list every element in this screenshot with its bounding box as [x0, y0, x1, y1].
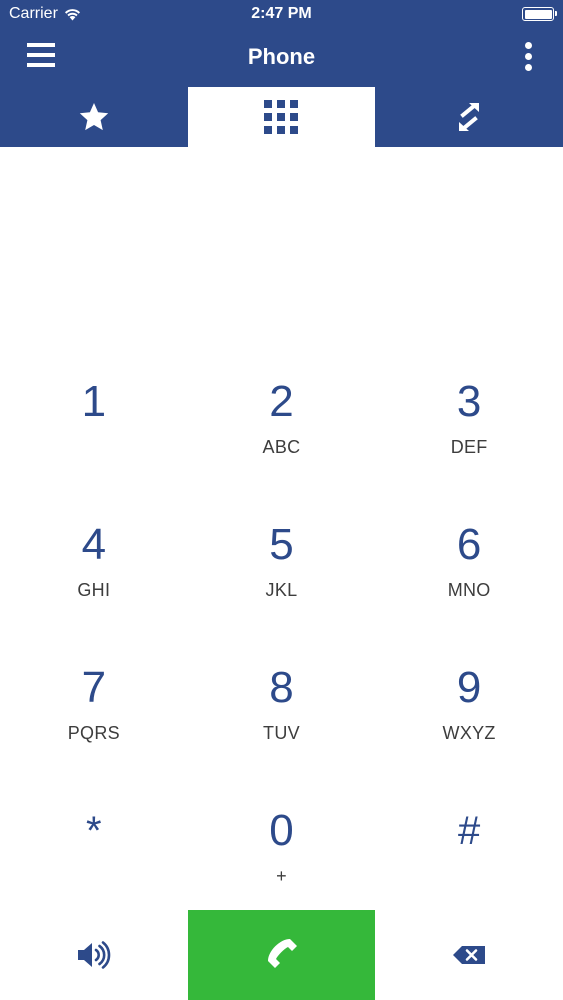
call-history-arrows-icon: [459, 103, 480, 131]
key-digit: 6: [456, 520, 482, 569]
key-digit: 0: [269, 806, 294, 855]
key-digit: 8: [269, 663, 294, 712]
key-4[interactable]: 4 GHI: [0, 509, 188, 652]
backspace-button[interactable]: [375, 910, 563, 1000]
dialpad-grid-icon: [264, 100, 299, 134]
key-letters: DEF: [450, 437, 488, 457]
key-digit: 7: [81, 663, 107, 712]
tab-call-history[interactable]: [375, 87, 563, 147]
key-6[interactable]: 6 MNO: [375, 509, 563, 652]
key-8[interactable]: 8 TUV: [188, 652, 376, 795]
more-vertical-icon[interactable]: [523, 42, 533, 72]
keypad-row: 4 GHI 5 JKL 6 MNO: [0, 509, 563, 652]
key-digit: 2: [269, 377, 294, 426]
phone-call-icon: [268, 939, 298, 968]
key-digit: 5: [269, 520, 294, 569]
key-letters: TUV: [263, 723, 300, 743]
tab-bar: [0, 87, 563, 147]
page-title: Phone: [247, 44, 316, 69]
speaker-button[interactable]: [0, 910, 188, 1000]
tab-favorites[interactable]: [0, 87, 188, 147]
bottom-action-bar: [0, 910, 563, 1000]
nav-bar: Phone: [0, 28, 563, 87]
key-5[interactable]: 5 JKL: [188, 509, 376, 652]
keypad-row: 7 PQRS 8 TUV 9 WXYZ: [0, 652, 563, 795]
key-letters: ABC: [262, 437, 301, 457]
status-time: 2:47 PM: [251, 5, 312, 22]
key-letters: GHI: [77, 580, 111, 600]
dialpad: 1 2 ABC 3 DEF 4 GHI 5 JKL 6 MNO 7 PQRS 8…: [0, 366, 563, 938]
key-letters: MNO: [447, 580, 491, 600]
key-letters: PQRS: [67, 723, 120, 743]
call-button[interactable]: [187, 910, 376, 1000]
key-letters: JKL: [265, 580, 298, 600]
key-digit: #: [458, 809, 481, 853]
status-bar: Carrier 2:47 PM: [0, 0, 563, 28]
tab-dialpad[interactable]: [187, 87, 376, 147]
key-7[interactable]: 7 PQRS: [0, 652, 188, 795]
key-1[interactable]: 1: [0, 366, 188, 509]
key-3[interactable]: 3 DEF: [375, 366, 563, 509]
key-letters: +: [276, 866, 287, 886]
key-2[interactable]: 2 ABC: [188, 366, 376, 509]
key-digit: 4: [81, 520, 107, 569]
key-digit: 9: [456, 663, 482, 712]
keypad-row: 1 2 ABC 3 DEF: [0, 366, 563, 509]
star-icon: [79, 103, 109, 131]
key-digit: 3: [456, 377, 482, 426]
battery-icon: [522, 7, 557, 21]
backspace-icon: [453, 946, 486, 964]
key-letters: WXYZ: [442, 723, 496, 743]
key-digit: *: [86, 809, 102, 853]
key-digit: 1: [81, 377, 107, 426]
key-9[interactable]: 9 WXYZ: [375, 652, 563, 795]
speaker-icon: [77, 941, 111, 969]
